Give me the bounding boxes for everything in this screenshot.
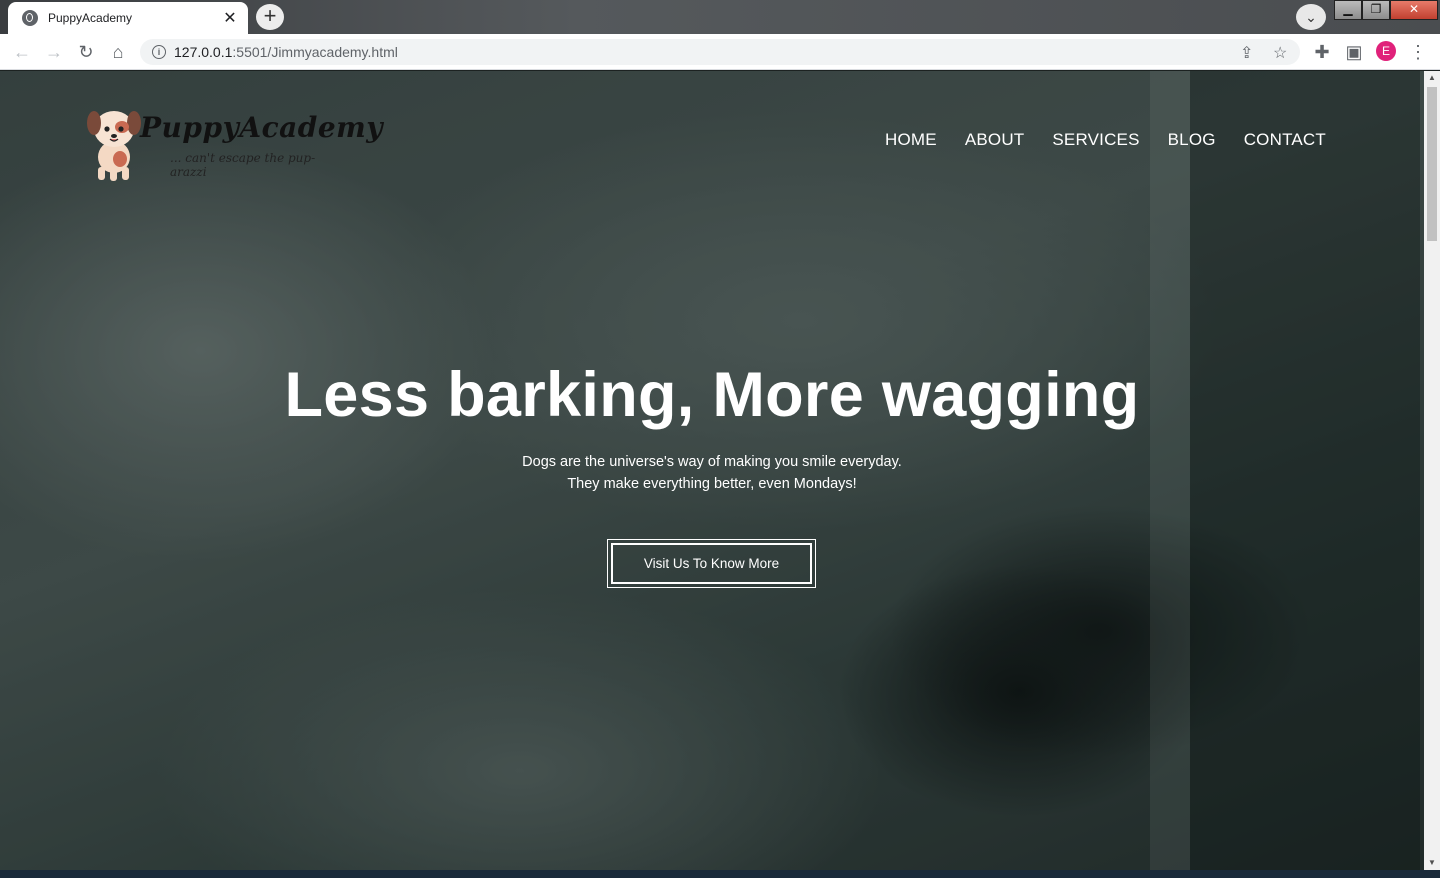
nav-blog[interactable]: BLOG: [1168, 130, 1216, 150]
logo-text: PuppyAcademy: [140, 111, 384, 144]
close-icon[interactable]: ✕: [222, 8, 238, 28]
url-host: 127.0.0.1: [174, 44, 233, 60]
forward-arrow-icon[interactable]: →: [42, 40, 66, 64]
avatar[interactable]: E: [1376, 41, 1396, 61]
tab-strip: PuppyAcademy ✕ + ⌄ ▁ ❐ ✕: [0, 0, 1440, 34]
tab-title: PuppyAcademy: [48, 11, 133, 25]
share-icon[interactable]: ⇪: [1240, 43, 1253, 63]
globe-icon: [22, 10, 38, 26]
menu-dots-icon[interactable]: ⋮: [1406, 40, 1430, 64]
hero-title: Less barking, More wagging: [284, 360, 1140, 430]
url-path: :5501/Jimmyacademy.html: [232, 44, 398, 60]
nav-home[interactable]: HOME: [885, 130, 937, 150]
star-icon[interactable]: ☆: [1273, 43, 1287, 63]
home-icon[interactable]: ⌂: [106, 40, 130, 64]
puppy-logo-icon: [87, 111, 141, 181]
nav-about[interactable]: ABOUT: [965, 130, 1025, 150]
window-close-button[interactable]: ✕: [1390, 0, 1438, 20]
os-taskbar: [0, 870, 1440, 878]
new-tab-button[interactable]: +: [256, 4, 284, 30]
visit-us-button-label: Visit Us To Know More: [611, 543, 812, 584]
main-nav: HOME ABOUT SERVICES BLOG CONTACT: [885, 130, 1326, 150]
scroll-thumb[interactable]: [1427, 87, 1437, 241]
page-scrollbar[interactable]: ▲ ▼: [1424, 71, 1440, 870]
sidepanel-icon[interactable]: ▣: [1342, 40, 1366, 64]
visit-us-button[interactable]: Visit Us To Know More: [607, 539, 816, 588]
chevron-down-icon[interactable]: ⌄: [1296, 4, 1326, 30]
hero-line-2: They make everything better, even Monday…: [567, 476, 857, 492]
minimize-button[interactable]: ▁: [1334, 0, 1362, 20]
nav-contact[interactable]: CONTACT: [1244, 130, 1326, 150]
url-text[interactable]: 127.0.0.1:5501/Jimmyacademy.html: [174, 44, 398, 60]
restore-button[interactable]: ❐: [1362, 0, 1390, 20]
hero-subtitle: Dogs are the universe's way of making yo…: [0, 451, 1424, 495]
browser-toolbar: ← → ↻ ⌂ i 127.0.0.1:5501/Jimmyacademy.ht…: [0, 34, 1440, 70]
address-bar[interactable]: i 127.0.0.1:5501/Jimmyacademy.html ⇪ ☆: [140, 39, 1300, 65]
scroll-up-icon[interactable]: ▲: [1424, 71, 1440, 85]
back-arrow-icon[interactable]: ←: [10, 40, 34, 64]
extensions-icon[interactable]: ✚: [1310, 40, 1334, 64]
site-logo[interactable]: PuppyAcademy ... can't escape the pup-ar…: [86, 105, 383, 185]
nav-services[interactable]: SERVICES: [1052, 130, 1139, 150]
hero-section: PuppyAcademy ... can't escape the pup-ar…: [0, 71, 1424, 870]
reload-icon[interactable]: ↻: [74, 40, 98, 64]
info-icon[interactable]: i: [152, 45, 166, 59]
browser-tab[interactable]: PuppyAcademy ✕: [8, 2, 248, 34]
scroll-down-icon[interactable]: ▼: [1424, 856, 1440, 870]
hero-line-1: Dogs are the universe's way of making yo…: [522, 454, 902, 470]
logo-tagline: ... can't escape the pup-arazzi: [170, 151, 316, 179]
window-controls: ▁ ❐ ✕: [1334, 0, 1438, 20]
